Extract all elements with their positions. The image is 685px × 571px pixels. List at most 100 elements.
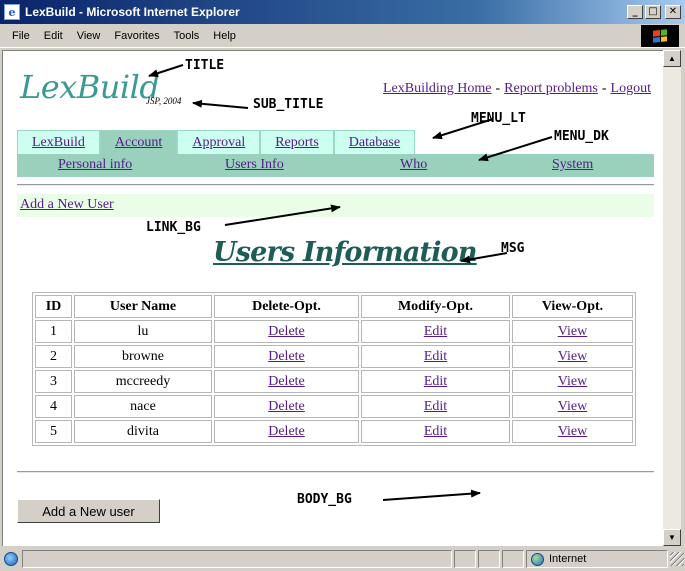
divider-bottom [17, 471, 654, 473]
tab-lexbuild-label[interactable]: LexBuild [32, 135, 85, 151]
add-new-user-link[interactable]: Add a New User [20, 197, 114, 213]
divider-top [17, 184, 654, 186]
delete-link[interactable]: Delete [268, 324, 305, 339]
table-row: 4 nace Delete Edit View [35, 395, 633, 418]
submenu-personal-info[interactable]: Personal info [58, 157, 132, 173]
top-link-separator: - [601, 81, 607, 96]
scroll-down-icon[interactable]: ▼ [663, 529, 681, 546]
arrow-sub-title [192, 99, 249, 109]
table-row: 1 lu Delete Edit View [35, 320, 633, 343]
view-link[interactable]: View [558, 424, 587, 439]
annotation-title: TITLE [185, 58, 225, 73]
window-titlebar[interactable]: e LexBuild - Microsoft Internet Explorer… [0, 0, 685, 24]
menu-lt: LexBuild Account Approval Reports Databa… [17, 130, 416, 154]
minimize-button[interactable]: _ [627, 5, 643, 19]
arrow-body-bg [382, 489, 481, 501]
header-modify: Modify-Opt. [361, 295, 510, 318]
link-bg: Add a New User [17, 194, 654, 217]
close-button[interactable]: ✕ [665, 5, 681, 19]
tab-approval-label[interactable]: Approval [192, 135, 245, 151]
users-table: ID User Name Delete-Opt. Modify-Opt. Vie… [32, 292, 636, 446]
annotation-sub-title: SUB_TITLE [253, 97, 324, 112]
report-problems-link[interactable]: Report problems [504, 81, 598, 96]
page-icon [4, 552, 18, 566]
table-row: 5 divita Delete Edit View [35, 420, 633, 443]
delete-link[interactable]: Delete [268, 424, 305, 439]
cell-view: View [512, 420, 633, 443]
resize-grip-icon[interactable] [670, 552, 684, 566]
cell-modify: Edit [361, 420, 510, 443]
cell-user-name: divita [74, 420, 212, 443]
cell-id: 5 [35, 420, 72, 443]
view-link[interactable]: View [558, 399, 587, 414]
edit-link[interactable]: Edit [424, 374, 447, 389]
cell-view: View [512, 320, 633, 343]
tab-approval[interactable]: Approval [177, 130, 261, 154]
tab-account-label[interactable]: Account [115, 135, 162, 151]
header-user-name: User Name [74, 295, 212, 318]
windows-logo-icon [641, 25, 679, 47]
submenu-system[interactable]: System [552, 157, 593, 173]
tab-reports[interactable]: Reports [260, 130, 334, 154]
submenu-who[interactable]: Who [400, 157, 427, 173]
vertical-scrollbar[interactable]: ▲ ▼ [663, 50, 681, 546]
delete-link[interactable]: Delete [268, 349, 305, 364]
header-delete: Delete-Opt. [214, 295, 359, 318]
cell-user-name: lu [74, 320, 212, 343]
page-subtitle: JSP, 2004 [146, 96, 182, 106]
view-link[interactable]: View [558, 324, 587, 339]
scroll-up-icon[interactable]: ▲ [663, 50, 681, 67]
status-cell [478, 550, 500, 568]
edit-link[interactable]: Edit [424, 349, 447, 364]
cell-modify: Edit [361, 320, 510, 343]
cell-delete: Delete [214, 345, 359, 368]
annotation-link-bg: LINK_BG [146, 220, 201, 235]
edit-link[interactable]: Edit [424, 399, 447, 414]
menu-help[interactable]: Help [207, 30, 244, 42]
submenu-users-info[interactable]: Users Info [225, 157, 284, 173]
status-bar: Internet [0, 547, 685, 571]
cell-delete: Delete [214, 395, 359, 418]
menu-tools[interactable]: Tools [168, 30, 208, 42]
annotation-menu-dk: MENU_DK [554, 129, 609, 144]
annotation-body-bg: BODY_BG [297, 492, 352, 507]
delete-link[interactable]: Delete [268, 374, 305, 389]
cell-modify: Edit [361, 345, 510, 368]
top-link-separator: - [495, 81, 501, 96]
cell-id: 3 [35, 370, 72, 393]
cell-view: View [512, 370, 633, 393]
menu-file[interactable]: File [0, 30, 38, 42]
table-header-row: ID User Name Delete-Opt. Modify-Opt. Vie… [35, 295, 633, 318]
security-zone: Internet [526, 550, 668, 568]
menu-edit[interactable]: Edit [38, 30, 71, 42]
page-viewport: LexBuild JSP, 2004 LexBuilding Home - Repo… [2, 50, 663, 546]
tab-database-label[interactable]: Database [349, 135, 400, 151]
menu-dk: Personal info Users Info Who System [17, 154, 654, 177]
globe-icon [531, 552, 544, 566]
delete-link[interactable]: Delete [268, 399, 305, 414]
cell-id: 1 [35, 320, 72, 343]
tab-account[interactable]: Account [99, 130, 178, 154]
cell-delete: Delete [214, 320, 359, 343]
status-cell [502, 550, 524, 568]
menu-view[interactable]: View [71, 30, 109, 42]
add-new-user-button[interactable]: Add a New user [17, 499, 160, 523]
edit-link[interactable]: Edit [424, 424, 447, 439]
cell-view: View [512, 345, 633, 368]
page-title: LexBuild [20, 68, 160, 106]
tab-reports-label[interactable]: Reports [275, 135, 319, 151]
logout-link[interactable]: Logout [611, 81, 651, 96]
maximize-button[interactable]: □ [645, 5, 661, 19]
cell-user-name: browne [74, 345, 212, 368]
tab-lexbuild[interactable]: LexBuild [17, 130, 100, 154]
tab-database[interactable]: Database [333, 130, 416, 154]
cell-id: 4 [35, 395, 72, 418]
edit-link[interactable]: Edit [424, 324, 447, 339]
cell-modify: Edit [361, 395, 510, 418]
header-view: View-Opt. [512, 295, 633, 318]
cell-user-name: nace [74, 395, 212, 418]
menu-favorites[interactable]: Favorites [108, 30, 167, 42]
home-link[interactable]: LexBuilding Home [383, 81, 492, 96]
view-link[interactable]: View [558, 374, 587, 389]
view-link[interactable]: View [558, 349, 587, 364]
